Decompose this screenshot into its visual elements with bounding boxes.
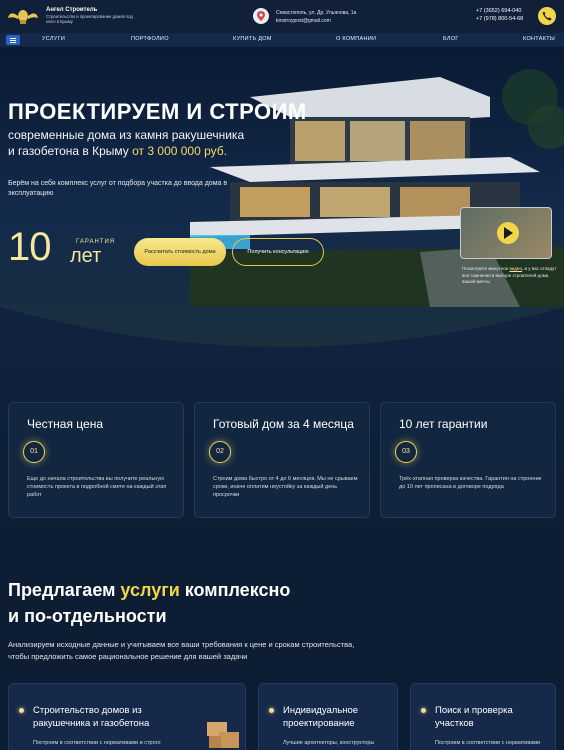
nav-item-services[interactable]: УСЛУГИ bbox=[42, 36, 65, 42]
hero-subtitle-region: и газобетона в Крыму bbox=[8, 144, 129, 158]
feature-text: Еще до начала строительства вы получите … bbox=[27, 476, 167, 498]
service-title: Поиск и проверка участков bbox=[435, 705, 513, 729]
guarantee-number: 10 bbox=[8, 225, 51, 269]
get-consultation-button[interactable]: Получить консультацию bbox=[232, 238, 324, 266]
feature-title: 10 лет гарантии bbox=[399, 417, 488, 431]
hero-bottom-curve bbox=[0, 307, 564, 347]
hero-section: ПРОЕКТИРУЕМ И СТРОИМ современные дома из… bbox=[0, 47, 564, 347]
services-heading-line2: и по-отдельности bbox=[8, 606, 167, 626]
feature-card: 10 лет гарантии 03 Трёх-этапная проверка… bbox=[380, 402, 556, 518]
play-icon[interactable] bbox=[497, 222, 519, 244]
services-heading-highlight: услуги bbox=[120, 580, 180, 600]
nav-item-blog[interactable]: БЛОГ bbox=[443, 36, 459, 42]
feature-number: 01 bbox=[23, 441, 45, 463]
top-header: Ангел Строитель Строительство и проектир… bbox=[0, 0, 564, 33]
location-pin-icon bbox=[253, 8, 269, 24]
services-lead: Анализируем исходные данные и учитываем … bbox=[8, 640, 355, 661]
hero-description: Берём на себя комплекс услуг от подбора … bbox=[8, 180, 228, 197]
service-title: Индивидуальное проектирование bbox=[283, 705, 359, 729]
video-caption-pre: Посмотрите минутное bbox=[462, 266, 509, 271]
phone-link-2[interactable]: +7 (978) 800-54-68 bbox=[476, 15, 523, 23]
services-heading: Предлагаем услуги комплексно и по-отдель… bbox=[8, 577, 408, 629]
hero-price: от 3 000 000 руб. bbox=[132, 144, 227, 158]
service-text: Построим в соответствии с нормативами и … bbox=[33, 740, 161, 746]
phone-link-1[interactable]: +7 (3652) 694-040 bbox=[476, 7, 523, 15]
bullet-icon bbox=[421, 708, 426, 713]
burger-menu-icon[interactable] bbox=[6, 35, 20, 45]
feature-text: Строим дома быстро от 4 до 6 месяцев. Мы… bbox=[213, 476, 358, 498]
phone-call-button[interactable] bbox=[538, 7, 556, 25]
video-link[interactable]: видео bbox=[510, 266, 523, 271]
feature-card: Честная цена 01 Еще до начала строительс… bbox=[8, 402, 184, 518]
contact-address: Севастополь, ул. Др. Ульянова, 1а kmstro… bbox=[276, 9, 356, 25]
brand-description: Строительство и проектирование домов под… bbox=[46, 14, 133, 24]
service-card[interactable]: Поиск и проверка участков Построим в соо… bbox=[410, 683, 556, 750]
wings-logo-icon[interactable] bbox=[8, 6, 38, 26]
stone-blocks-icon bbox=[207, 722, 239, 748]
nav-item-portfolio[interactable]: ПОРТФОЛИО bbox=[131, 36, 169, 42]
bullet-icon bbox=[269, 708, 274, 713]
features-section: Честная цена 01 Еще до начала строительс… bbox=[0, 347, 564, 537]
services-section: Предлагаем услуги комплексно и по-отдель… bbox=[0, 537, 564, 750]
guarantee-years: лет bbox=[70, 245, 102, 267]
nav-item-about[interactable]: О КОМПАНИИ bbox=[336, 36, 376, 42]
services-heading-post: комплексно bbox=[179, 580, 291, 600]
address-line: Севастополь, ул. Др. Ульянова, 1а bbox=[276, 10, 357, 16]
hero-title: ПРОЕКТИРУЕМ И СТРОИМ bbox=[8, 99, 307, 124]
feature-text: Трёх-этапная проверка качества. Гарантия… bbox=[399, 476, 542, 490]
services-heading-pre: Предлагаем bbox=[8, 580, 121, 600]
service-card[interactable]: Строительство домов из ракушечника и газ… bbox=[8, 683, 246, 750]
email-link[interactable]: kmstroypost@gmail.com bbox=[276, 17, 356, 25]
brand-block[interactable]: Ангел Строитель Строительство и проектир… bbox=[46, 7, 136, 24]
service-title: Строительство домов из ракушечника и газ… bbox=[33, 705, 150, 729]
service-text: Построим в соответствии с нормативами bbox=[435, 740, 541, 746]
calculate-cost-button[interactable]: Рассчитать стоимость дома bbox=[134, 238, 226, 266]
feature-number: 02 bbox=[209, 441, 231, 463]
nav-item-buy-house[interactable]: КУПИТЬ ДОМ bbox=[233, 36, 272, 42]
service-card[interactable]: Индивидуальное проектирование Лучшие арх… bbox=[258, 683, 398, 750]
nav-item-contacts[interactable]: КОНТАКТЫ bbox=[523, 36, 555, 42]
service-text: Лучшие архитекторы, конструкторы bbox=[283, 740, 375, 746]
video-caption: Посмотрите минутное видео, и у вас отпад… bbox=[462, 266, 558, 286]
brand-name: Ангел Строитель bbox=[46, 7, 98, 13]
feature-number: 03 bbox=[395, 441, 417, 463]
hero-subtitle-line1: современные дома из камня ракушечника bbox=[8, 128, 245, 142]
feature-card: Готовый дом за 4 месяца 02 Строим дома б… bbox=[194, 402, 370, 518]
phone-icon bbox=[542, 11, 552, 21]
feature-title: Готовый дом за 4 месяца bbox=[213, 417, 354, 431]
phone-numbers: +7 (3652) 694-040 +7 (978) 800-54-68 bbox=[476, 7, 523, 23]
feature-title: Честная цена bbox=[27, 417, 104, 431]
hero-subtitle: современные дома из камня ракушечника и … bbox=[8, 127, 288, 159]
bullet-icon bbox=[19, 708, 24, 713]
video-thumbnail[interactable] bbox=[460, 207, 552, 259]
main-nav: УСЛУГИ ПОРТФОЛИО КУПИТЬ ДОМ О КОМПАНИИ Б… bbox=[0, 33, 564, 47]
hero-subtitle-line2: и газобетона в Крыму от 3 000 000 руб. bbox=[8, 143, 288, 159]
